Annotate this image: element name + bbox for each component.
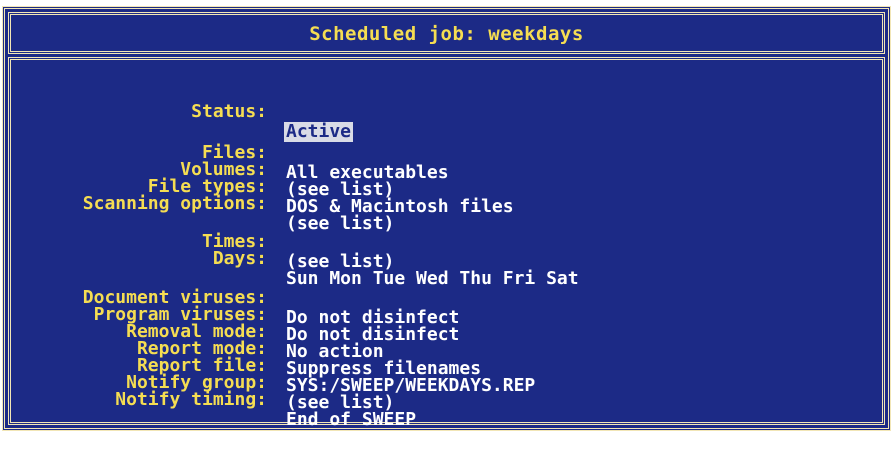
dialog-title: Scheduled job: weekdays <box>309 23 584 45</box>
scanning-options-label: Scanning options: <box>82 193 267 214</box>
notify-timing-value[interactable]: End of SWEEP <box>286 410 416 430</box>
notify-timing-row[interactable]: Notify timing: End of SWEEP <box>11 370 882 430</box>
days-row[interactable]: Days: Sun Mon Tue Wed Thu Fri Sat <box>11 229 882 289</box>
dialog-title-bar: Scheduled job: weekdays <box>8 12 885 54</box>
job-details-panel: Status: Active Files: All executables Vo… <box>8 57 885 430</box>
days-label: Days: <box>212 248 267 269</box>
console-screen: Scheduled job: weekdays Status: Active F… <box>0 0 893 436</box>
status-label: Status: <box>191 101 267 122</box>
status-row[interactable]: Status: Active <box>11 82 882 142</box>
notify-timing-label: Notify timing: <box>115 389 267 410</box>
job-dialog: Scheduled job: weekdays Status: Active F… <box>2 6 891 431</box>
scanning-options-row[interactable]: Scanning options: (see list) <box>11 174 882 234</box>
